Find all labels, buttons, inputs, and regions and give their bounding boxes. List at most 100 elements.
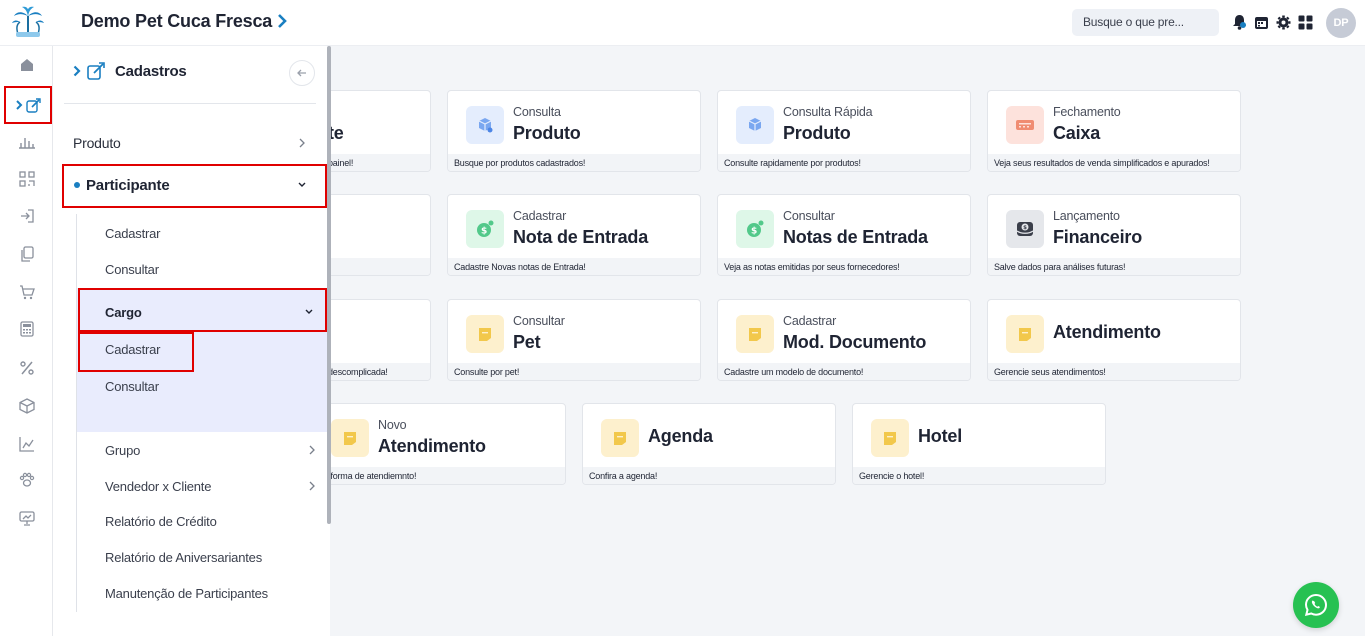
card-subtitle: Consulta [513,105,561,119]
cube-icon [736,106,774,144]
app-title[interactable]: Demo Pet Cuca Fresca [81,11,272,32]
chevron-down-icon [305,309,313,314]
menu-item-cargo[interactable]: Cargo [105,304,319,320]
chart-bar-icon[interactable] [0,125,53,159]
note-icon [601,419,639,457]
money-icon: $ [736,210,774,248]
card-consultar-notas-entrada[interactable]: $ Consultar Notas de Entrada Veja as not… [717,194,971,276]
menu-label: Cargo [105,304,142,320]
svg-text:$: $ [1023,225,1027,231]
chevron-right-icon [73,65,81,77]
menu-item-relatorio-credito[interactable]: Relatório de Crédito [105,514,217,529]
left-rail [0,46,53,636]
card-consulta-produto[interactable]: Consulta Produto Busque por produtos cad… [447,90,701,172]
submenu-consultar[interactable]: Consultar [105,262,159,277]
menu-label: Produto [73,135,121,151]
card-title: Pet [513,332,541,352]
percent-icon[interactable] [0,351,53,385]
avatar[interactable]: DP [1326,8,1356,38]
menu-item-vendedor-cliente[interactable]: Vendedor x Cliente [105,478,315,494]
apps-grid-icon[interactable] [1298,15,1313,30]
card-novo-atendimento[interactable]: Novo Atendimento va forma de atendiemnto… [312,403,566,485]
card-fechamento-caixa[interactable]: Fechamento Caixa Veja seus resultados de… [987,90,1241,172]
chevron-right-icon [15,100,22,110]
submenu-cadastrar[interactable]: Cadastrar [105,226,160,241]
box-icon[interactable] [0,389,53,423]
card-title: Hotel [918,426,963,446]
card-atendimento[interactable]: Atendimento Gerencie seus atendimentos! [987,299,1241,381]
chevron-right-icon [299,138,305,148]
card-agenda[interactable]: Agenda Confira a agenda! [582,403,836,485]
card-consulta-rapida-produto[interactable]: Consulta Rápida Produto Consulte rapidam… [717,90,971,172]
calculator-icon[interactable] [0,312,53,346]
card-subtitle: Consulta Rápida [783,105,873,119]
collapse-button[interactable] [289,60,315,86]
card-cadastrar-mod-documento[interactable]: Cadastrar Mod. Documento Cadastre um mod… [717,299,971,381]
calendar-icon[interactable] [1254,15,1269,30]
rail-cadastros[interactable] [4,86,52,124]
card-footer: Salve dados para análises futuras! [988,258,1240,275]
card-footer: Consulte rapidamente por produtos! [718,154,970,171]
divider [64,103,316,104]
card-footer: va forma de atendiemnto! [313,467,565,484]
chevron-down-icon [298,182,306,187]
menu-item-manutencao-participantes[interactable]: Manutenção de Participantes [105,586,268,601]
card-title: Nota de Entrada [513,227,649,247]
menu-item-grupo[interactable]: Grupo [105,442,315,458]
card-title: Financeiro [1053,227,1143,247]
note-icon [736,315,774,353]
arrow-left-icon [297,69,306,77]
copy-icon[interactable] [0,237,53,271]
scan-icon[interactable] [0,162,53,196]
logo[interactable] [10,4,46,38]
card-title: Caixa [1053,123,1101,143]
menu-item-produto[interactable]: Produto [73,133,315,153]
wallet-icon: $ [1006,210,1044,248]
chevron-right-icon [309,481,315,491]
search-input[interactable]: Busque o que pre... [1072,9,1219,36]
menu-item-participante[interactable]: Participante [74,175,316,195]
cadastros-panel: Cadastros Produto Participante Cadastrar… [53,46,331,636]
menu-label: Vendedor x Cliente [105,478,212,494]
whatsapp-button[interactable] [1293,582,1339,628]
settings-icon[interactable] [1276,15,1291,30]
card-footer: Veja seus resultados de venda simplifica… [988,154,1240,171]
card-footer: Cadastre Novas notas de Entrada! [448,258,700,275]
note-icon [466,315,504,353]
notification-icon[interactable] [1232,14,1247,30]
card-hotel[interactable]: Hotel Gerencie o hotel! [852,403,1106,485]
active-dot [74,182,80,188]
panel-header: Cadastros [73,62,187,80]
svg-text:$: $ [481,227,487,237]
chart-line-icon[interactable] [0,427,53,461]
submenu-cargo-consultar[interactable]: Consultar [105,379,159,394]
menu-item-relatorio-aniversariantes[interactable]: Relatório de Aniversariantes [105,550,262,565]
cart-icon[interactable] [0,275,53,309]
card-title: Produto [513,123,581,143]
presentation-icon[interactable] [0,501,53,535]
card-lancamento-financeiro[interactable]: $ Lançamento Financeiro Salve dados para… [987,194,1241,276]
card-title: Agenda [648,426,713,446]
card-subtitle: Fechamento [1053,105,1121,119]
card-footer: Confira a agenda! [583,467,835,484]
paw-icon[interactable] [0,463,53,497]
panel-scrollbar[interactable] [327,46,331,524]
card-subtitle: Consultar [513,314,565,328]
submenu-cargo-cadastrar[interactable]: Cadastrar [105,342,160,357]
menu-label: Participante [86,176,170,194]
card-cadastrar-nota-entrada[interactable]: $ Cadastrar Nota de Entrada Cadastre Nov… [447,194,701,276]
panel-title: Cadastros [115,62,187,80]
money-icon: $ [466,210,504,248]
chevron-right-icon[interactable] [277,14,287,33]
svg-text:$: $ [751,227,757,237]
card-footer: Consulte por pet! [448,363,700,380]
card-footer: Busque por produtos cadastrados! [448,154,700,171]
card-footer: Gerencie o hotel! [853,467,1105,484]
card-subtitle: Lançamento [1053,209,1120,223]
edit-icon [87,62,105,80]
card-consultar-pet[interactable]: Consultar Pet Consulte por pet! [447,299,701,381]
cube-icon [466,106,504,144]
chevron-right-icon [309,445,315,455]
login-icon[interactable] [0,199,53,233]
home-icon[interactable] [0,48,53,82]
